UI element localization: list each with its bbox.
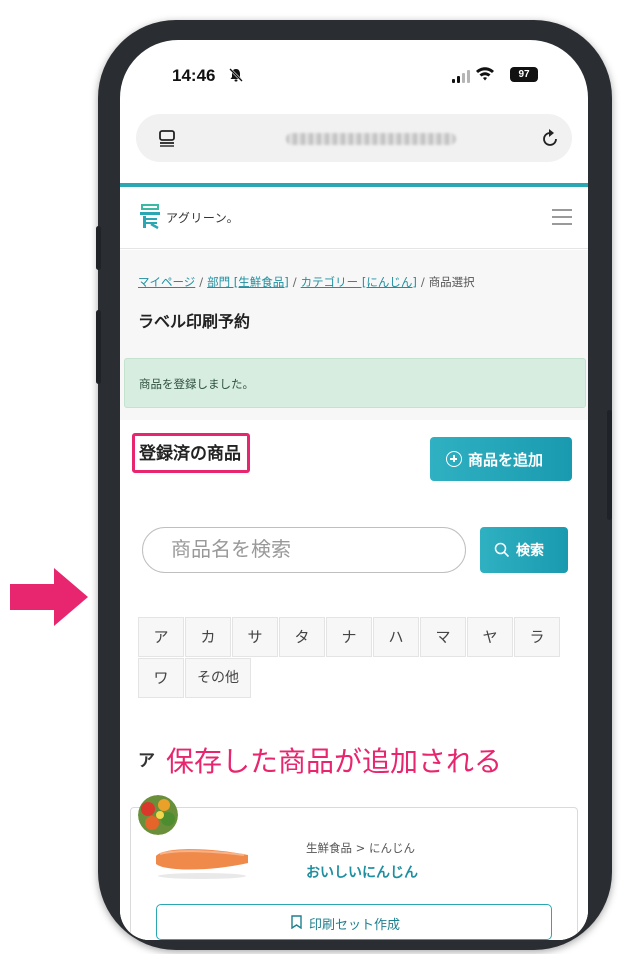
kana-filter-ra[interactable]: ラ [514, 617, 560, 657]
kana-filter-other[interactable]: その他 [185, 658, 251, 698]
reload-icon[interactable] [540, 127, 560, 149]
phone-side-button [607, 410, 612, 520]
menu-icon[interactable] [552, 209, 572, 225]
breadcrumb-link-mypage[interactable]: マイページ [138, 275, 195, 289]
breadcrumb-link-department[interactable]: 部門 [生鮮食品] [207, 275, 289, 289]
phone-side-button [96, 226, 101, 270]
silent-bell-icon [229, 68, 243, 82]
product-category-path: 生鮮食品 > にんじん [306, 841, 415, 855]
print-button-label: 印刷セット作成 [309, 918, 401, 933]
kana-filter-ka[interactable]: カ [185, 617, 231, 657]
kana-filter-ma[interactable]: マ [420, 617, 466, 657]
product-image [156, 849, 248, 879]
battery-icon: 97 [510, 67, 538, 82]
kana-filter-ha[interactable]: ハ [373, 617, 419, 657]
callout-arrow-icon [10, 568, 88, 626]
bookmark-icon [291, 915, 302, 929]
add-product-button[interactable]: 商品を追加 [430, 437, 572, 481]
tabs-icon[interactable] [158, 129, 176, 147]
phone-side-button [96, 310, 101, 384]
wifi-icon [476, 67, 494, 81]
plus-circle-icon [446, 451, 462, 467]
status-time: 14:46 [172, 66, 216, 85]
create-print-set-button[interactable]: 印刷セット作成 [156, 904, 552, 940]
site-header: アグリーン。 [120, 187, 588, 249]
annotation-callout: 保存した商品が追加される [166, 745, 503, 778]
kana-filter-ya[interactable]: ヤ [467, 617, 513, 657]
breadcrumb-current: 商品選択 [428, 275, 475, 289]
kana-filter-na[interactable]: ナ [326, 617, 372, 657]
blurred-url [286, 133, 456, 145]
kana-filter-sa[interactable]: サ [232, 617, 278, 657]
screenshot: 14:46 97 アグリーン。 マイページ / 部門 [生鮮食品] / カテゴリ… [0, 0, 634, 954]
breadcrumb: マイページ / 部門 [生鮮食品] / カテゴリー [にんじん] / 商品選択 [138, 275, 475, 289]
success-alert: 商品を登録しました。 [124, 358, 586, 408]
search-icon [494, 542, 510, 558]
kana-filter-ta[interactable]: タ [279, 617, 325, 657]
breadcrumb-link-category[interactable]: カテゴリー [にんじん] [301, 275, 417, 289]
kana-filter-wa[interactable]: ワ [138, 658, 184, 698]
search-input[interactable]: 商品名を検索 [142, 527, 466, 573]
product-name[interactable]: おいしいにんじん [306, 862, 418, 882]
add-product-label: 商品を追加 [468, 451, 544, 469]
vegetable-avatar [138, 795, 178, 835]
section-title: 登録済の商品 [132, 433, 250, 473]
search-button-label: 検索 [516, 543, 544, 559]
page-title: ラベル印刷予約 [138, 312, 251, 331]
logo-text[interactable]: アグリーン。 [166, 209, 239, 226]
logo-icon[interactable] [140, 203, 160, 229]
phone-screen: 14:46 97 アグリーン。 マイページ / 部門 [生鮮食品] / カテゴリ… [120, 40, 588, 940]
status-bar: 14:46 97 [120, 40, 588, 112]
browser-url-bar[interactable] [136, 114, 572, 162]
alert-message: 商品を登録しました。 [139, 377, 254, 391]
kana-filter-a[interactable]: ア [138, 617, 184, 657]
search-button[interactable]: 検索 [480, 527, 568, 573]
kana-group-heading: ア [138, 751, 155, 771]
